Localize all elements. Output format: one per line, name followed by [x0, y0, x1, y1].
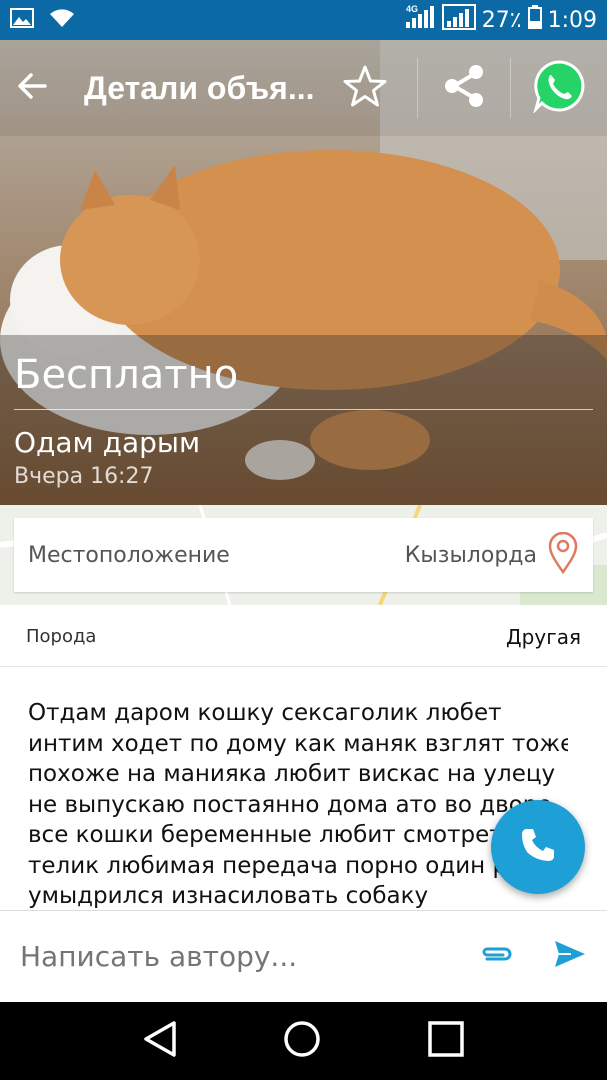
description-line: не выпускаю постаянно дома ато во дворе [28, 791, 552, 818]
network-type-label: 4G [406, 4, 418, 14]
whatsapp-button[interactable] [511, 40, 607, 136]
wifi-icon [48, 7, 76, 34]
map-pin-icon [547, 531, 579, 579]
description-line: Отдам даром кошку сексаголик любет [28, 700, 502, 726]
signal-4g-icon: 4G [404, 4, 436, 36]
breed-value: Другая [506, 624, 581, 649]
nav-home-button[interactable] [282, 1019, 322, 1064]
signal-icon [441, 4, 476, 36]
page-title: Детали объя... [84, 69, 315, 106]
message-input[interactable] [20, 940, 420, 973]
gallery-notification-icon [10, 7, 34, 33]
battery-icon [527, 5, 542, 35]
description-line: интим ходет по дому как маняк взглят тож… [28, 730, 568, 757]
nav-recents-button[interactable] [427, 1020, 465, 1063]
location-value: Кызылорда [404, 542, 537, 568]
description-line: телик любимая передача порно один раз [28, 852, 534, 879]
divider [14, 409, 593, 410]
favorite-button[interactable] [333, 40, 397, 136]
price: Бесплатно [14, 352, 239, 398]
status-bar: 4G 27٪ 1:09 [0, 0, 607, 40]
location-label: Местоположение [28, 542, 230, 568]
breed-label: Порода [26, 626, 97, 647]
attach-button[interactable] [479, 944, 513, 969]
toolbar: Детали объя... [0, 40, 607, 136]
listing-photo[interactable]: Детали объя... Бесплатно Одам дарым Вчер… [0, 40, 607, 505]
location-card[interactable]: Местоположение Кызылорда [14, 518, 593, 592]
navigation-bar [0, 1002, 607, 1080]
description: Отдам даром кошку сексаголик любет интим… [28, 698, 568, 908]
listing-title: Одам дарым [14, 426, 201, 459]
description-line: умыдрился изнасиловать собаку [28, 883, 429, 908]
share-button[interactable] [418, 40, 510, 136]
battery-percent: 27٪ [481, 7, 522, 33]
circle-home-icon [282, 1020, 322, 1063]
send-icon [553, 941, 587, 973]
breed-row: Порода Другая [0, 607, 607, 667]
call-button[interactable] [491, 800, 585, 894]
triangle-back-icon [142, 1020, 178, 1063]
star-outline-icon [342, 64, 388, 113]
phone-icon [519, 826, 557, 869]
listing-date: Вчера 16:27 [14, 464, 154, 489]
nav-back-button[interactable] [142, 1019, 178, 1064]
square-recents-icon [427, 1020, 465, 1062]
arrow-left-icon [17, 72, 47, 105]
description-line: похоже на манияка любит вискас на улецу [28, 761, 556, 787]
paperclip-icon [479, 947, 513, 968]
clock: 1:09 [547, 7, 597, 33]
back-button[interactable] [0, 40, 64, 136]
message-bar [0, 910, 607, 1002]
description-line: все кошки беременные любит смотреть [28, 822, 517, 848]
whatsapp-icon [532, 59, 586, 118]
share-icon [442, 63, 486, 114]
send-button[interactable] [553, 939, 587, 974]
